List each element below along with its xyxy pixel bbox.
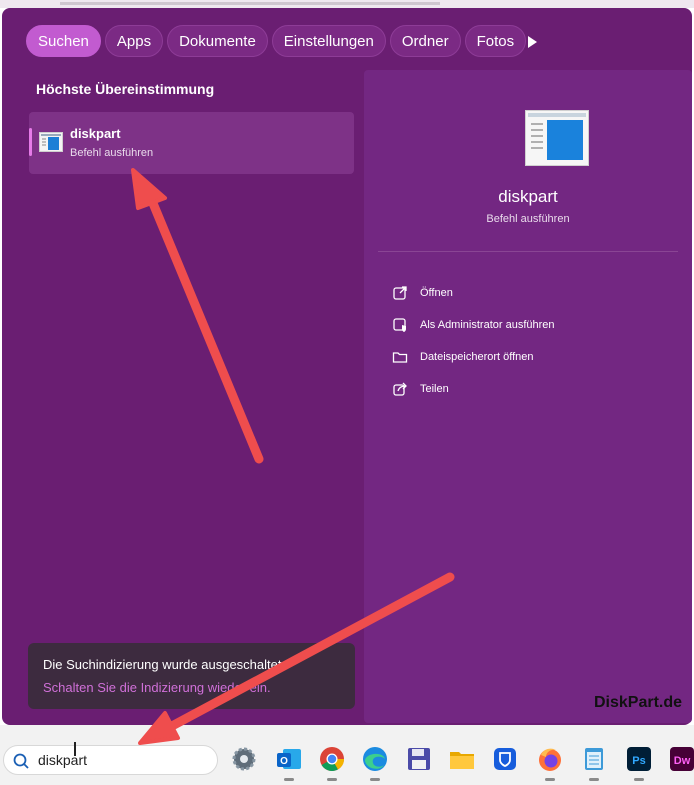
photoshop-icon[interactable]: Ps (625, 745, 653, 773)
photoshop-running-indicator (634, 778, 644, 781)
notepad-running-indicator (589, 778, 599, 781)
action-run-as-admin-label: Als Administrator ausführen (420, 319, 555, 331)
tab-suchen[interactable]: Suchen (26, 25, 101, 57)
indexing-notice: Die Suchindizierung wurde ausgeschaltet.… (28, 643, 355, 709)
tab-fotos[interactable]: Fotos (464, 25, 527, 57)
search-input[interactable]: diskpart (38, 752, 87, 768)
background-window-edge (60, 2, 440, 5)
detail-divider (378, 251, 678, 252)
chrome-icon[interactable] (318, 745, 346, 773)
open-external-icon (393, 286, 407, 300)
command-window-icon (39, 132, 63, 152)
search-icon (13, 753, 29, 769)
best-match-result[interactable]: diskpart Befehl ausführen (29, 112, 354, 174)
admin-shield-icon (393, 318, 406, 332)
result-name: diskpart (70, 126, 121, 141)
svg-text:O: O (280, 756, 288, 767)
outlook-running-indicator (284, 778, 294, 781)
detail-title: diskpart (498, 187, 558, 206)
text-cursor (74, 742, 76, 756)
tab-dokumente[interactable]: Dokumente (167, 25, 268, 57)
dreamweaver-icon[interactable]: Dw (668, 745, 694, 773)
outlook-icon[interactable]: O (275, 745, 303, 773)
tab-ordner[interactable]: Ordner (389, 25, 461, 57)
taskbar-search-box[interactable]: diskpart (3, 742, 218, 775)
tab-apps[interactable]: Apps (104, 25, 164, 57)
action-open[interactable]: Öffnen (392, 283, 453, 303)
firefox-running-indicator (545, 778, 555, 781)
settings-icon[interactable] (230, 745, 258, 773)
action-run-as-admin[interactable]: Als Administrator ausführen (392, 315, 555, 335)
edge-running-indicator (370, 778, 380, 781)
action-share-label: Teilen (420, 383, 449, 395)
start-search-panel: Suchen Apps Dokumente Einstellungen Ordn… (2, 8, 692, 725)
best-match-heading: Höchste Übereinstimmung (36, 81, 215, 97)
action-share[interactable]: Teilen (392, 379, 449, 399)
photoshop-icon-label: Ps (632, 755, 645, 767)
action-open-file-location[interactable]: Dateispeicherort öffnen (392, 347, 534, 367)
watermark: DiskPart.de (594, 694, 683, 711)
more-tabs-arrow-icon[interactable] (522, 32, 542, 52)
firefox-icon[interactable] (536, 745, 564, 773)
share-icon (393, 382, 407, 396)
action-open-file-location-label: Dateispeicherort öffnen (420, 351, 534, 363)
notepad-icon[interactable] (580, 745, 608, 773)
taskbar: diskpart O Ps Dw (0, 725, 694, 785)
edge-icon[interactable] (361, 745, 389, 773)
file-explorer-icon[interactable] (448, 745, 476, 773)
detail-pane: diskpart Befehl ausführen Öffnen Als Adm… (364, 70, 692, 723)
result-subtitle: Befehl ausführen (70, 147, 154, 159)
indexing-notice-text: Die Suchindizierung wurde ausgeschaltet. (43, 657, 286, 672)
enable-indexing-link[interactable]: Schalten Sie die Indizierung wieder ein. (43, 680, 271, 695)
dreamweaver-icon-label: Dw (674, 755, 691, 767)
action-open-label: Öffnen (420, 287, 453, 299)
chrome-running-indicator (327, 778, 337, 781)
save-disk-icon[interactable] (405, 745, 433, 773)
tab-einstellungen[interactable]: Einstellungen (271, 25, 386, 57)
bitwarden-icon[interactable] (491, 745, 519, 773)
detail-subtitle: Befehl ausführen (486, 213, 570, 225)
folder-icon (392, 352, 408, 363)
selection-accent-bar (29, 128, 32, 156)
command-window-large-icon (525, 110, 589, 166)
desktop-top-strip (0, 0, 694, 8)
search-filter-tabs: Suchen Apps Dokumente Einstellungen Ordn… (26, 25, 527, 57)
